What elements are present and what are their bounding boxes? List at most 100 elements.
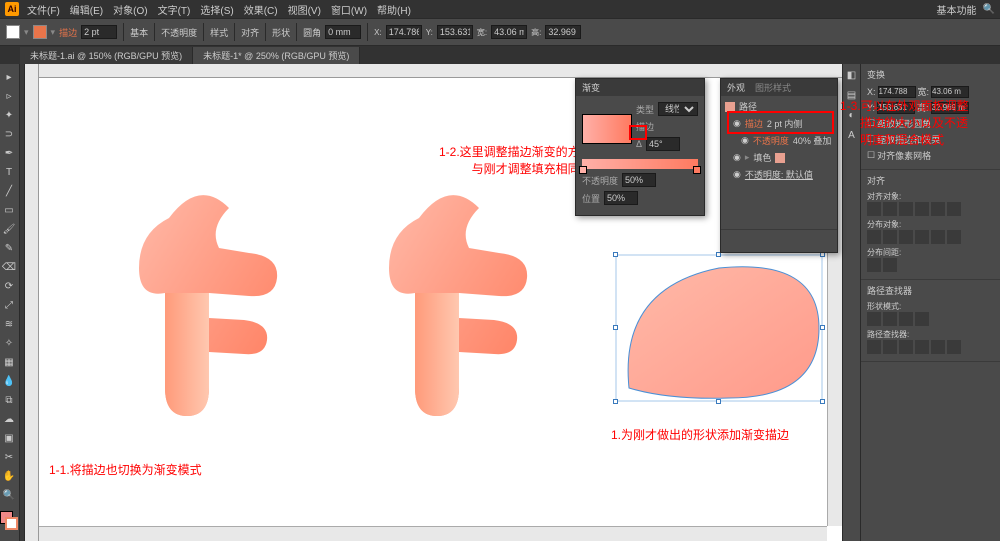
- selection-tool-icon[interactable]: ▸: [0, 68, 18, 86]
- pencil-tool-icon[interactable]: ✎: [0, 239, 18, 257]
- fill-color-swatch[interactable]: [775, 153, 785, 163]
- gradient-angle-input[interactable]: [646, 137, 680, 151]
- menu-effect[interactable]: 效果(C): [244, 2, 278, 17]
- basic-dash[interactable]: 基本: [130, 26, 148, 39]
- round-input[interactable]: [325, 25, 361, 39]
- strip-icon[interactable]: ◧: [845, 70, 859, 84]
- direct-select-tool-icon[interactable]: ▹: [0, 87, 18, 105]
- intersect-icon[interactable]: [899, 312, 913, 326]
- panel-new-icon[interactable]: [803, 233, 815, 245]
- pf-icon[interactable]: [867, 340, 881, 354]
- brush-tool-icon[interactable]: 🖌: [0, 220, 18, 238]
- x-input[interactable]: [386, 25, 422, 39]
- dist-icon[interactable]: [931, 230, 945, 244]
- pf-icon[interactable]: [931, 340, 945, 354]
- eyedrop-tool-icon[interactable]: 💧: [0, 372, 18, 390]
- align-bottom-icon[interactable]: [947, 202, 961, 216]
- eye-icon[interactable]: ◉: [741, 135, 749, 146]
- type-tool-icon[interactable]: T: [0, 163, 18, 181]
- line-tool-icon[interactable]: ╱: [0, 182, 18, 200]
- h-input[interactable]: [545, 25, 581, 39]
- opacity-label[interactable]: 不透明度: [161, 26, 197, 39]
- search-icon[interactable]: 🔍: [983, 4, 995, 15]
- unite-icon[interactable]: [867, 312, 881, 326]
- blend-tool-icon[interactable]: ⧉: [0, 391, 18, 409]
- gradient-slider[interactable]: [582, 159, 698, 169]
- dock-x[interactable]: [878, 86, 916, 98]
- align-vcenter-icon[interactable]: [931, 202, 945, 216]
- menu-view[interactable]: 视图(V): [288, 2, 321, 17]
- align-left-icon[interactable]: [867, 202, 881, 216]
- lasso-tool-icon[interactable]: ⊃: [0, 125, 18, 143]
- doc-tab-2[interactable]: 未标题-1* @ 250% (RGB/GPU 预览): [193, 47, 360, 64]
- minus-icon[interactable]: [883, 312, 897, 326]
- y-input[interactable]: [437, 25, 473, 39]
- gradient-tab[interactable]: 渐变: [582, 81, 600, 94]
- rect-tool-icon[interactable]: ▭: [0, 201, 18, 219]
- stroke-align-icon[interactable]: [658, 122, 668, 132]
- eraser-tool-icon[interactable]: ⌫: [0, 258, 18, 276]
- gradient-preview[interactable]: [582, 114, 632, 144]
- workspace-label[interactable]: 基本功能: [937, 2, 977, 17]
- dist-icon[interactable]: [947, 230, 961, 244]
- scrollbar-horizontal[interactable]: [39, 526, 827, 541]
- artboard-tool-icon[interactable]: ▣: [0, 429, 18, 447]
- panel-trash-icon[interactable]: [819, 233, 831, 245]
- dist-icon[interactable]: [867, 230, 881, 244]
- menu-file[interactable]: 文件(F): [27, 2, 60, 17]
- gradient-tool-icon[interactable]: ▦: [0, 353, 18, 371]
- pf-icon[interactable]: [915, 340, 929, 354]
- stroke-weight-input[interactable]: [81, 25, 117, 39]
- dist-space-icon[interactable]: [883, 258, 897, 272]
- align-hcenter-icon[interactable]: [883, 202, 897, 216]
- rotate-tool-icon[interactable]: ⟳: [0, 277, 18, 295]
- align-btn[interactable]: 对齐: [241, 26, 259, 39]
- menu-edit[interactable]: 编辑(E): [70, 2, 103, 17]
- menu-window[interactable]: 窗口(W): [331, 2, 367, 17]
- hand-tool-icon[interactable]: ✋: [0, 467, 18, 485]
- dist-icon[interactable]: [899, 230, 913, 244]
- gradient-panel[interactable]: 渐变 类型线性 描边 Δ 不透明度 位置: [575, 78, 705, 216]
- stroke-align-icon[interactable]: [672, 122, 682, 132]
- dist-icon[interactable]: [915, 230, 929, 244]
- align-right-icon[interactable]: [899, 202, 913, 216]
- dock-w[interactable]: [931, 86, 969, 98]
- slice-tool-icon[interactable]: ✂: [0, 448, 18, 466]
- menu-help[interactable]: 帮助(H): [377, 2, 411, 17]
- fill-stroke-control[interactable]: [0, 511, 18, 533]
- style-label[interactable]: 样式: [210, 26, 228, 39]
- scale-tool-icon[interactable]: ⤢: [0, 296, 18, 314]
- fill-swatch[interactable]: [6, 25, 20, 39]
- gradient-type-select[interactable]: 线性: [658, 102, 698, 116]
- pf-icon[interactable]: [883, 340, 897, 354]
- appearance-panel[interactable]: 外观 图形样式 路径 ◉描边2 pt 内侧 ◉不透明度40% 叠加 ◉▸填色 ◉…: [720, 78, 838, 253]
- dist-icon[interactable]: [883, 230, 897, 244]
- pf-icon[interactable]: [947, 340, 961, 354]
- align-top-icon[interactable]: [915, 202, 929, 216]
- shape-btn[interactable]: 形状: [272, 26, 290, 39]
- pf-icon[interactable]: [899, 340, 913, 354]
- align-pixel-check[interactable]: ☐: [867, 150, 875, 161]
- grad-loc-input[interactable]: [604, 191, 638, 205]
- shaper-tool-icon[interactable]: ✧: [0, 334, 18, 352]
- eye-icon[interactable]: ◉: [733, 169, 741, 180]
- pen-tool-icon[interactable]: ✒: [0, 144, 18, 162]
- width-tool-icon[interactable]: ≋: [0, 315, 18, 333]
- dist-space-icon[interactable]: [867, 258, 881, 272]
- zoom-tool-icon[interactable]: 🔍: [0, 486, 18, 504]
- teardrop-shape[interactable]: [609, 248, 829, 408]
- panel-btn-icon[interactable]: [743, 233, 755, 245]
- eye-icon[interactable]: ◉: [733, 152, 741, 163]
- stroke-swatch[interactable]: [33, 25, 47, 39]
- menu-object[interactable]: 对象(O): [113, 2, 147, 17]
- doc-tab-1[interactable]: 未标题-1.ai @ 150% (RGB/GPU 预览): [20, 47, 193, 64]
- graphic-styles-tab[interactable]: 图形样式: [755, 81, 791, 94]
- menu-type[interactable]: 文字(T): [158, 2, 191, 17]
- wand-tool-icon[interactable]: ✦: [0, 106, 18, 124]
- panel-btn-icon[interactable]: [727, 233, 739, 245]
- exclude-icon[interactable]: [915, 312, 929, 326]
- menu-select[interactable]: 选择(S): [200, 2, 233, 17]
- symbol-tool-icon[interactable]: ☁: [0, 410, 18, 428]
- appearance-tab[interactable]: 外观: [727, 81, 745, 94]
- w-input[interactable]: [491, 25, 527, 39]
